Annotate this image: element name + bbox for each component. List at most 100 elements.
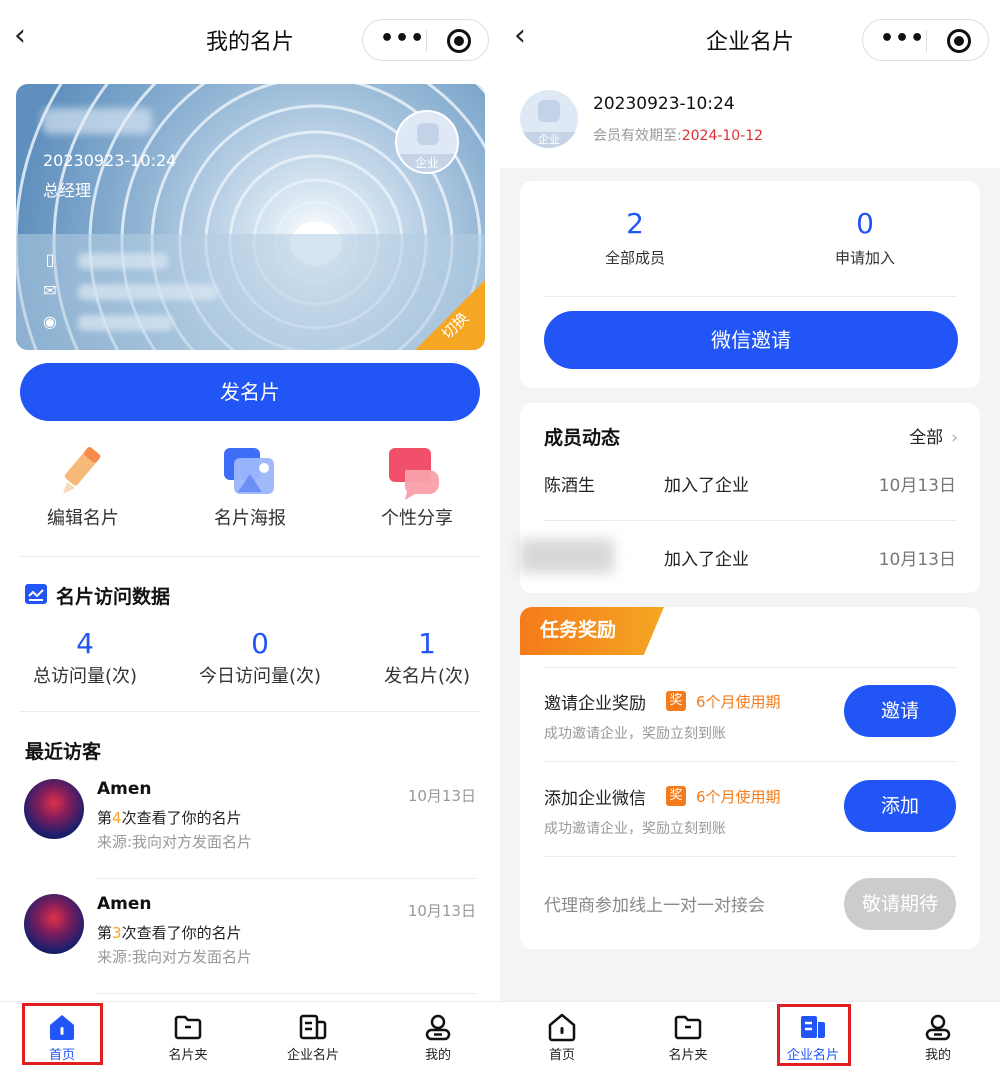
activity-date: 10月13日	[878, 550, 956, 570]
divider	[96, 993, 476, 994]
company-card-icon	[298, 1012, 328, 1042]
tab-company-card[interactable]: 企业名片	[253, 1002, 373, 1068]
page-title: 我的名片	[205, 30, 294, 55]
stat-label: 发名片(次)	[383, 666, 471, 687]
expiry-date: 2024-10-12	[681, 128, 764, 144]
tab-card-folder[interactable]: 名片夹	[128, 1002, 248, 1068]
card-role: 总经理	[43, 181, 92, 200]
activity-action: 加入了企业	[664, 476, 749, 496]
more-icon[interactable]: •••	[880, 27, 924, 53]
divider	[544, 856, 956, 857]
stat-value: 4	[76, 627, 94, 660]
members-panel: 2 全部成员 0 申请加入 微信邀请	[520, 181, 980, 388]
phone-blurred	[78, 253, 168, 269]
company-card-screen: ‹ 企业名片 ••• 企业 20230923-10:24 会员有效期至:2024…	[500, 0, 1000, 1068]
stat-label: 申请加入	[834, 249, 895, 267]
phone-icon: ▯	[45, 250, 55, 269]
stats-icon	[25, 584, 47, 604]
quick-edit-card[interactable]: 编辑名片	[8, 444, 158, 530]
divider	[20, 711, 480, 712]
visitor-avatar	[24, 894, 84, 954]
task-add-wechat: 添加企业微信 奖 6个月使用期 成功邀请企业，奖励立刻到账 添加	[544, 780, 956, 844]
avatar-head-icon	[538, 100, 560, 122]
stat-value: 2	[626, 207, 644, 240]
more-icon[interactable]: •••	[380, 27, 424, 53]
stat-label: 全部成员	[604, 249, 665, 267]
stat-total-visits: 4 总访问量(次)	[0, 628, 170, 688]
quick-custom-share[interactable]: 个性分享	[342, 444, 492, 530]
quick-action-label: 名片海报	[214, 508, 286, 529]
navbar: ‹ 我的名片 •••	[0, 0, 500, 70]
user-icon	[923, 1012, 953, 1042]
member-header: 企业 20230923-10:24 会员有效期至:2024-10-12	[500, 70, 1000, 168]
activity-view-all[interactable]: 全部 ›	[909, 423, 958, 448]
avatar: 企业	[520, 90, 578, 148]
stat-today-visits: 0 今日访问量(次)	[175, 628, 345, 688]
task-title: 代理商参加线上一对一对接会	[544, 896, 765, 916]
back-icon[interactable]: ‹	[14, 21, 44, 52]
my-card-screen: ‹ 我的名片 ••• 20230923-10:24 总经理 企业 ▯ ✉ ◉ 切…	[0, 0, 500, 1068]
business-card[interactable]: 20230923-10:24 总经理 企业 ▯ ✉ ◉ 切换	[16, 84, 485, 350]
reward-badge: 奖	[666, 786, 686, 806]
mini-program-capsule: •••	[862, 19, 989, 61]
reward-text: 6个月使用期	[696, 693, 781, 711]
close-target-icon[interactable]	[947, 29, 971, 53]
add-button[interactable]: 添加	[844, 780, 956, 832]
visitor-view-count: 第4次查看了你的名片	[97, 807, 242, 828]
expiry-label: 会员有效期至:	[593, 128, 682, 144]
membership-expiry: 会员有效期至:2024-10-12	[593, 125, 763, 145]
wechat-invite-button[interactable]: 微信邀请	[544, 311, 958, 369]
email-blurred	[78, 284, 218, 300]
visitor-name: Amen	[97, 894, 152, 914]
chevron-right-icon: ›	[951, 428, 958, 448]
tab-label: 我的	[924, 1048, 951, 1063]
user-icon	[423, 1012, 453, 1042]
view-count: 3	[112, 924, 122, 942]
switch-card-corner[interactable]: 切换	[415, 280, 485, 350]
card-name-blurred	[42, 108, 152, 134]
reward-text: 6个月使用期	[696, 788, 781, 806]
address-blurred	[78, 315, 173, 331]
activity-action: 加入了企业	[664, 550, 749, 570]
stat-label: 今日访问量(次)	[198, 666, 322, 687]
tab-mine[interactable]: 我的	[378, 1002, 498, 1068]
stat-join-requests[interactable]: 0 申请加入	[765, 207, 965, 268]
close-target-icon[interactable]	[447, 29, 471, 53]
tab-label: 首页	[548, 1048, 575, 1063]
tab-mine[interactable]: 我的	[878, 1002, 998, 1068]
task-title: 邀请企业奖励	[544, 694, 646, 714]
divider	[544, 296, 956, 297]
visitor-item[interactable]: Amen 第3次查看了你的名片 来源:我向对方发面名片 10月13日	[24, 894, 476, 994]
quick-card-poster[interactable]: 名片海报	[175, 444, 325, 530]
view-prefix: 第	[97, 809, 113, 827]
tab-home[interactable]: 首页	[502, 1002, 622, 1068]
task-rewards-ribbon: 任务奖励	[520, 607, 664, 655]
divider	[544, 761, 956, 762]
location-icon: ◉	[43, 312, 57, 331]
tab-card-folder[interactable]: 名片夹	[628, 1002, 748, 1068]
task-subtitle: 成功邀请企业，奖励立刻到账	[544, 821, 726, 837]
page-title: 企业名片	[705, 30, 794, 55]
home-icon	[547, 1012, 577, 1042]
back-icon[interactable]: ‹	[514, 21, 544, 52]
capsule-divider	[426, 30, 427, 52]
task-subtitle: 成功邀请企业，奖励立刻到账	[544, 726, 726, 742]
invite-button[interactable]: 邀请	[844, 685, 956, 737]
avatar-tag: 企业	[397, 154, 457, 172]
tab-label: 名片夹	[668, 1048, 708, 1063]
mini-program-capsule: •••	[362, 19, 489, 61]
share-icon	[387, 444, 447, 500]
stat-all-members[interactable]: 2 全部成员	[535, 207, 735, 268]
stat-cards-sent: 1 发名片(次)	[342, 628, 500, 688]
task-title: 添加企业微信	[544, 789, 646, 809]
visitor-source: 来源:我向对方发面名片	[97, 833, 253, 851]
member-name: 20230923-10:24	[593, 94, 735, 114]
folder-icon	[673, 1012, 703, 1042]
visitor-item[interactable]: Amen 第4次查看了你的名片 来源:我向对方发面名片 10月13日	[24, 779, 476, 879]
send-card-button[interactable]: 发名片	[20, 363, 480, 421]
card-id-line: 20230923-10:24	[43, 151, 177, 170]
avatar-head-icon	[417, 123, 439, 145]
tab-label: 企业名片	[286, 1048, 339, 1063]
divider	[544, 520, 956, 521]
task-agent-meeting: 代理商参加线上一对一对接会 敬请期待	[544, 878, 956, 951]
